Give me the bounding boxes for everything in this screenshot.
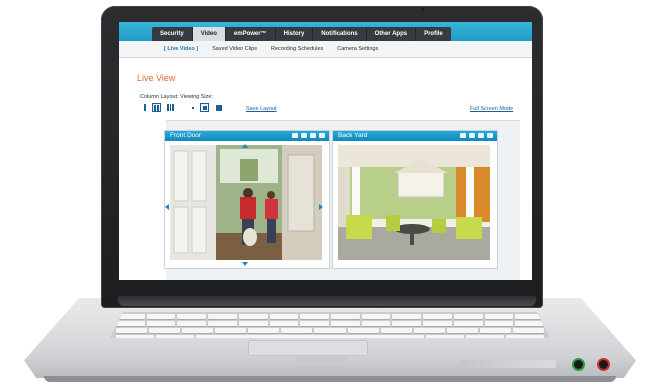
layout-3col-icon[interactable]: [166, 103, 175, 112]
tab-profile[interactable]: Profile: [416, 27, 451, 41]
laptop-hinge: [118, 296, 536, 306]
camera-panel-front-door: Front Door: [164, 130, 330, 269]
subtab-saved-video-clips[interactable]: Saved Video Clips: [205, 41, 264, 57]
tab-other-apps[interactable]: Other Apps: [367, 27, 417, 41]
subtab-camera-settings[interactable]: Camera Settings: [330, 41, 385, 57]
tab-history[interactable]: History: [276, 27, 314, 41]
tab-notifications[interactable]: Notifications: [313, 27, 367, 41]
tab-empower[interactable]: emPower™: [226, 27, 276, 41]
expand-icon[interactable]: [319, 133, 325, 138]
status-light-strip: [460, 360, 556, 368]
camera-name: Front Door: [170, 132, 202, 139]
tab-video[interactable]: Video: [192, 27, 226, 41]
laptop-front-edge: [44, 376, 616, 382]
expand-icon[interactable]: [487, 133, 493, 138]
save-layout-link[interactable]: Save Layout: [246, 106, 277, 112]
webcam-icon: [421, 8, 424, 11]
settings-icon[interactable]: [478, 133, 484, 138]
subtab-recording-schedules[interactable]: Recording Schedules: [264, 41, 330, 57]
pan-right-icon[interactable]: [319, 204, 323, 210]
touchpad: [248, 340, 368, 356]
snapshot-icon[interactable]: [292, 133, 298, 138]
subtab-live-video[interactable]: [ Live Video ]: [157, 41, 205, 57]
layout-label: Column Layout: Viewing Size:: [140, 94, 213, 100]
record-icon[interactable]: [469, 133, 475, 138]
touchpad-button: [296, 357, 348, 362]
keyboard: [110, 312, 550, 338]
layout-2col-icon[interactable]: [152, 103, 161, 112]
tab-security[interactable]: Security: [152, 27, 193, 41]
camera-title-bar: Front Door: [165, 131, 329, 141]
size-medium-icon[interactable]: [200, 103, 209, 112]
size-large-icon[interactable]: [214, 103, 223, 112]
full-screen-mode-link[interactable]: Full Screen Mode: [470, 106, 513, 112]
size-small-icon[interactable]: [188, 103, 197, 112]
pan-up-icon[interactable]: [242, 144, 248, 148]
laptop-screen: Security Video emPower™ History Notifica…: [119, 22, 532, 280]
camera-feed-back-yard[interactable]: [338, 145, 490, 260]
camera-feed-front-door[interactable]: [170, 145, 322, 260]
camera-name: Back Yard: [338, 132, 368, 139]
page-title: Live View: [137, 73, 176, 83]
front-door-image: [170, 145, 322, 260]
microphone-jack-icon: [597, 358, 610, 371]
pan-left-icon[interactable]: [165, 204, 169, 210]
camera-panel-back-yard: Back Yard: [332, 130, 498, 269]
settings-icon[interactable]: [310, 133, 316, 138]
back-yard-image: [338, 145, 490, 260]
layout-1col-icon[interactable]: [140, 103, 149, 112]
snapshot-icon[interactable]: [460, 133, 466, 138]
headphone-jack-icon: [572, 358, 585, 371]
record-icon[interactable]: [301, 133, 307, 138]
pan-down-icon[interactable]: [242, 262, 248, 266]
camera-title-bar: Back Yard: [333, 131, 497, 141]
main-tab-bar: Security Video emPower™ History Notifica…: [152, 27, 451, 41]
sub-nav-bar: [ Live Video ] Saved Video Clips Recordi…: [119, 41, 532, 58]
